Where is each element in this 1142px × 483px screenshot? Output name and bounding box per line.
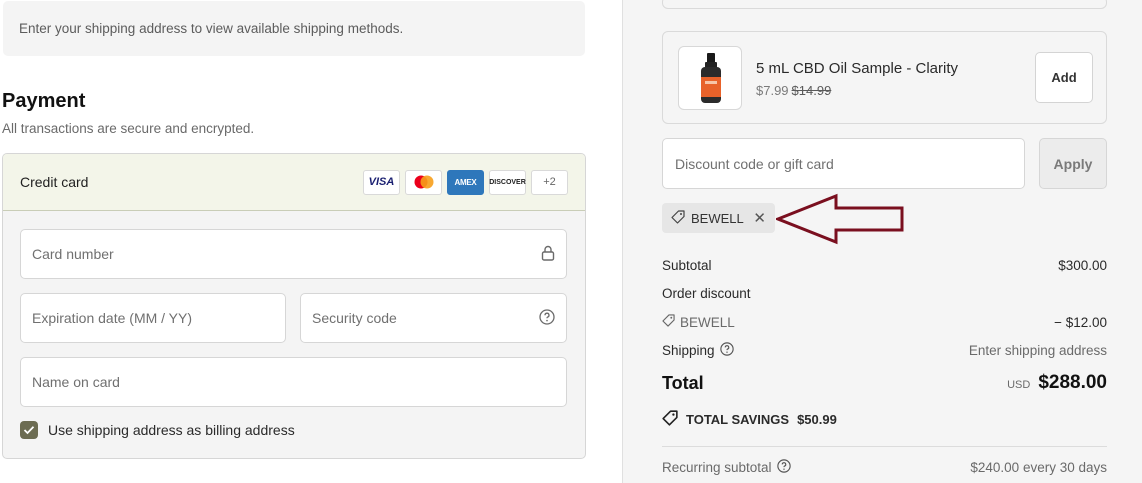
expiration-placeholder: Expiration date (MM / YY) [32,310,193,326]
apply-discount-button[interactable]: Apply [1039,138,1107,189]
discount-code-text: BEWELL [680,314,735,330]
recurring-label-group: Recurring subtotal [662,459,791,476]
mastercard-icon [405,169,442,195]
lock-icon [541,245,555,264]
product-thumbnail [678,46,742,110]
summary-divider [662,446,1107,447]
applied-discount-chip: BEWELL ✕ [662,203,775,233]
total-value-group: USD $288.00 [1007,372,1107,394]
add-upsell-button[interactable]: Add [1035,52,1093,103]
upsell-price: $7.99 $14.99 [756,83,831,98]
visa-icon: VISA [363,169,400,195]
name-on-card-placeholder: Name on card [32,374,120,390]
shipping-label-group: Shipping [662,342,734,359]
expiration-field[interactable]: Expiration date (MM / YY) [20,293,286,343]
info-icon[interactable] [776,459,791,476]
card-number-field[interactable]: Card number [20,229,567,279]
subtotal-label: Subtotal [662,258,712,273]
payment-subtitle: All transactions are secure and encrypte… [2,121,255,136]
billing-checkbox-label: Use shipping address as billing address [48,422,295,438]
recurring-value: $240.00 every 30 days [970,460,1107,475]
order-discount-label: Order discount [662,286,751,301]
total-row: Total USD $288.00 [662,372,1107,394]
previous-card-edge [662,0,1107,9]
recurring-label: Recurring subtotal [662,460,772,475]
savings-value: $50.99 [797,412,837,427]
name-on-card-field[interactable]: Name on card [20,357,567,407]
discount-code-label: BEWELL [662,314,735,330]
shipping-row: Shipping Enter shipping address [662,342,1107,359]
upsell-title: 5 mL CBD Oil Sample - Clarity [756,60,958,77]
upsell-card: 5 mL CBD Oil Sample - Clarity $7.99 $14.9… [662,31,1107,124]
upsell-compare-price: $14.99 [791,83,832,98]
applied-code: BEWELL [691,210,744,226]
security-code-placeholder: Security code [312,310,397,326]
upsell-sale-price: $7.99 [756,83,789,98]
savings-label: TOTAL SAVINGS [686,412,790,427]
total-value: $288.00 [1038,372,1107,393]
tag-icon [662,410,678,429]
security-code-field[interactable]: Security code [300,293,567,343]
checkbox-checked-icon[interactable] [20,421,38,439]
payment-title: Payment [2,90,86,112]
credit-card-option[interactable]: Credit card VISA AMEX DISCOVER +2 [3,154,585,211]
checkout-main: Enter your shipping address to view avai… [0,0,622,483]
help-icon[interactable] [539,308,555,328]
total-label: Total [662,372,704,393]
tag-icon [671,209,685,227]
subtotal-row: Subtotal $300.00 [662,258,1107,273]
discover-icon: DISCOVER [489,169,526,195]
card-brands: VISA AMEX DISCOVER +2 [363,169,568,195]
card-number-placeholder: Card number [32,246,114,262]
credit-card-label: Credit card [20,174,89,190]
remove-discount-icon[interactable]: ✕ [753,209,766,227]
amex-icon: AMEX [447,169,484,195]
shipping-value: Enter shipping address [968,343,1107,358]
more-brands-badge: +2 [531,169,568,195]
annotation-arrow-icon [776,193,904,245]
subtotal-value: $300.00 [1058,258,1107,273]
tag-icon [662,314,675,330]
shipping-label: Shipping [662,343,715,358]
billing-same-toggle[interactable]: Use shipping address as billing address [20,421,295,439]
info-icon[interactable] [719,342,734,359]
currency-code: USD [1007,379,1031,391]
shipping-notice: Enter your shipping address to view avai… [3,1,585,56]
discount-value: − $12.00 [1054,314,1107,330]
savings-row: TOTAL SAVINGS $50.99 [662,410,1107,429]
order-discount-row: Order discount [662,286,1107,301]
discount-code-row: BEWELL − $12.00 [662,314,1107,330]
recurring-row: Recurring subtotal $240.00 every 30 days [662,459,1107,476]
savings-group: TOTAL SAVINGS $50.99 [662,410,837,429]
discount-code-input[interactable]: Discount code or gift card [662,138,1025,189]
discount-placeholder: Discount code or gift card [675,155,834,172]
payment-box: Credit card VISA AMEX DISCOVER +2 Card n… [2,153,586,459]
